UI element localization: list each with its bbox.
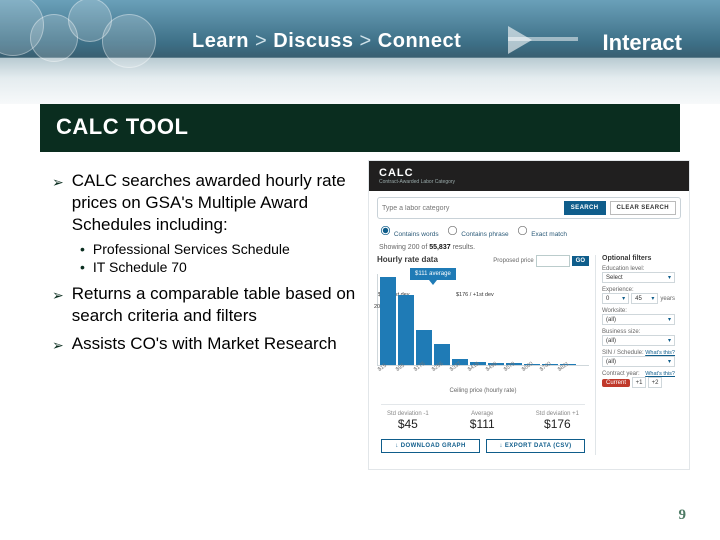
banner-nav: Learn > Discuss > Connect <box>192 30 461 53</box>
sub-bullet: Professional Services Schedule <box>80 241 360 259</box>
radio-contains-phrase[interactable]: Contains phrase <box>446 231 508 238</box>
histogram-chart: $111 average $45 / 1st dev $176 / +1st d… <box>377 274 589 366</box>
go-button[interactable]: GO <box>572 256 589 266</box>
bullet-icon: ➢ <box>52 287 64 327</box>
chevron-down-icon: ▾ <box>668 274 671 281</box>
stats-row: Std deviation -1$45 Average$111 Std devi… <box>381 404 585 435</box>
banner-interact: Interact <box>603 30 682 56</box>
labor-category-input[interactable] <box>382 205 564 212</box>
business-size-select[interactable]: (all)▾ <box>602 335 675 346</box>
worksite-select[interactable]: (all)▾ <box>602 314 675 325</box>
education-select[interactable]: Select▾ <box>602 272 675 283</box>
calc-logo: CALCContract-Awarded Labor Category <box>369 161 689 191</box>
download-graph-button[interactable]: ↓ DOWNLOAD GRAPH <box>381 439 480 453</box>
sin-select[interactable]: (all)▾ <box>602 356 675 367</box>
bullet-icon: ➢ <box>52 174 64 235</box>
slide-content: ➢CALC searches awarded hourly rate price… <box>0 152 720 470</box>
page-number: 9 <box>679 507 687 524</box>
slide-title: CALC TOOL <box>40 104 680 152</box>
search-button[interactable]: SEARCH <box>564 201 606 215</box>
max-marker: $176 / +1st dev <box>456 292 494 298</box>
radio-exact-match[interactable]: Exact match <box>516 231 567 238</box>
match-radios: Contains words Contains phrase Exact mat… <box>379 223 679 238</box>
chart-panel: Hourly rate data Proposed price GO $111 … <box>377 255 589 455</box>
calc-screenshot: CALCContract-Awarded Labor Category SEAR… <box>368 160 690 470</box>
bullet-text: Assists CO's with Market Research <box>72 333 337 355</box>
proposed-price-input[interactable] <box>536 255 570 267</box>
contract-year-plus2[interactable]: +2 <box>648 377 662 388</box>
filters-title: Optional filters <box>602 255 675 262</box>
contract-year-current[interactable]: Current <box>602 379 630 387</box>
avg-tooltip: $111 average <box>410 268 456 280</box>
results-count: Showing 200 of 55,837 results. <box>379 244 679 251</box>
arrow-icon <box>508 26 532 54</box>
header-banner: Learn > Discuss > Connect Interact <box>0 0 720 104</box>
sub-bullet: IT Schedule 70 <box>80 259 360 277</box>
bullet-list: ➢CALC searches awarded hourly rate price… <box>52 160 360 470</box>
exp-max-select[interactable]: 45▾ <box>631 293 658 304</box>
x-ticks: $15$95$176$256 $337$418$498$579 $660$740… <box>377 368 589 378</box>
radio-contains-words[interactable]: Contains words <box>379 231 439 238</box>
filters-panel: Optional filters Education level:Select▾… <box>595 255 681 455</box>
x-axis-label: Ceiling price (hourly rate) <box>377 388 589 394</box>
exp-min-select[interactable]: 0▾ <box>602 293 629 304</box>
contract-year-plus1[interactable]: +1 <box>632 377 646 388</box>
export-csv-button[interactable]: ↓ EXPORT DATA (CSV) <box>486 439 585 453</box>
whats-this-link[interactable]: What's this? <box>645 350 675 356</box>
bullet-text: Returns a comparable table based on sear… <box>72 283 360 327</box>
bullet-icon: ➢ <box>52 337 64 355</box>
clear-search-button[interactable]: CLEAR SEARCH <box>610 201 676 215</box>
bullet-text: CALC searches awarded hourly rate prices… <box>72 170 360 235</box>
proposed-price-row: Proposed price GO <box>493 255 589 267</box>
chart-title: Hourly rate data <box>377 255 438 264</box>
search-bar: SEARCH CLEAR SEARCH <box>377 197 681 219</box>
